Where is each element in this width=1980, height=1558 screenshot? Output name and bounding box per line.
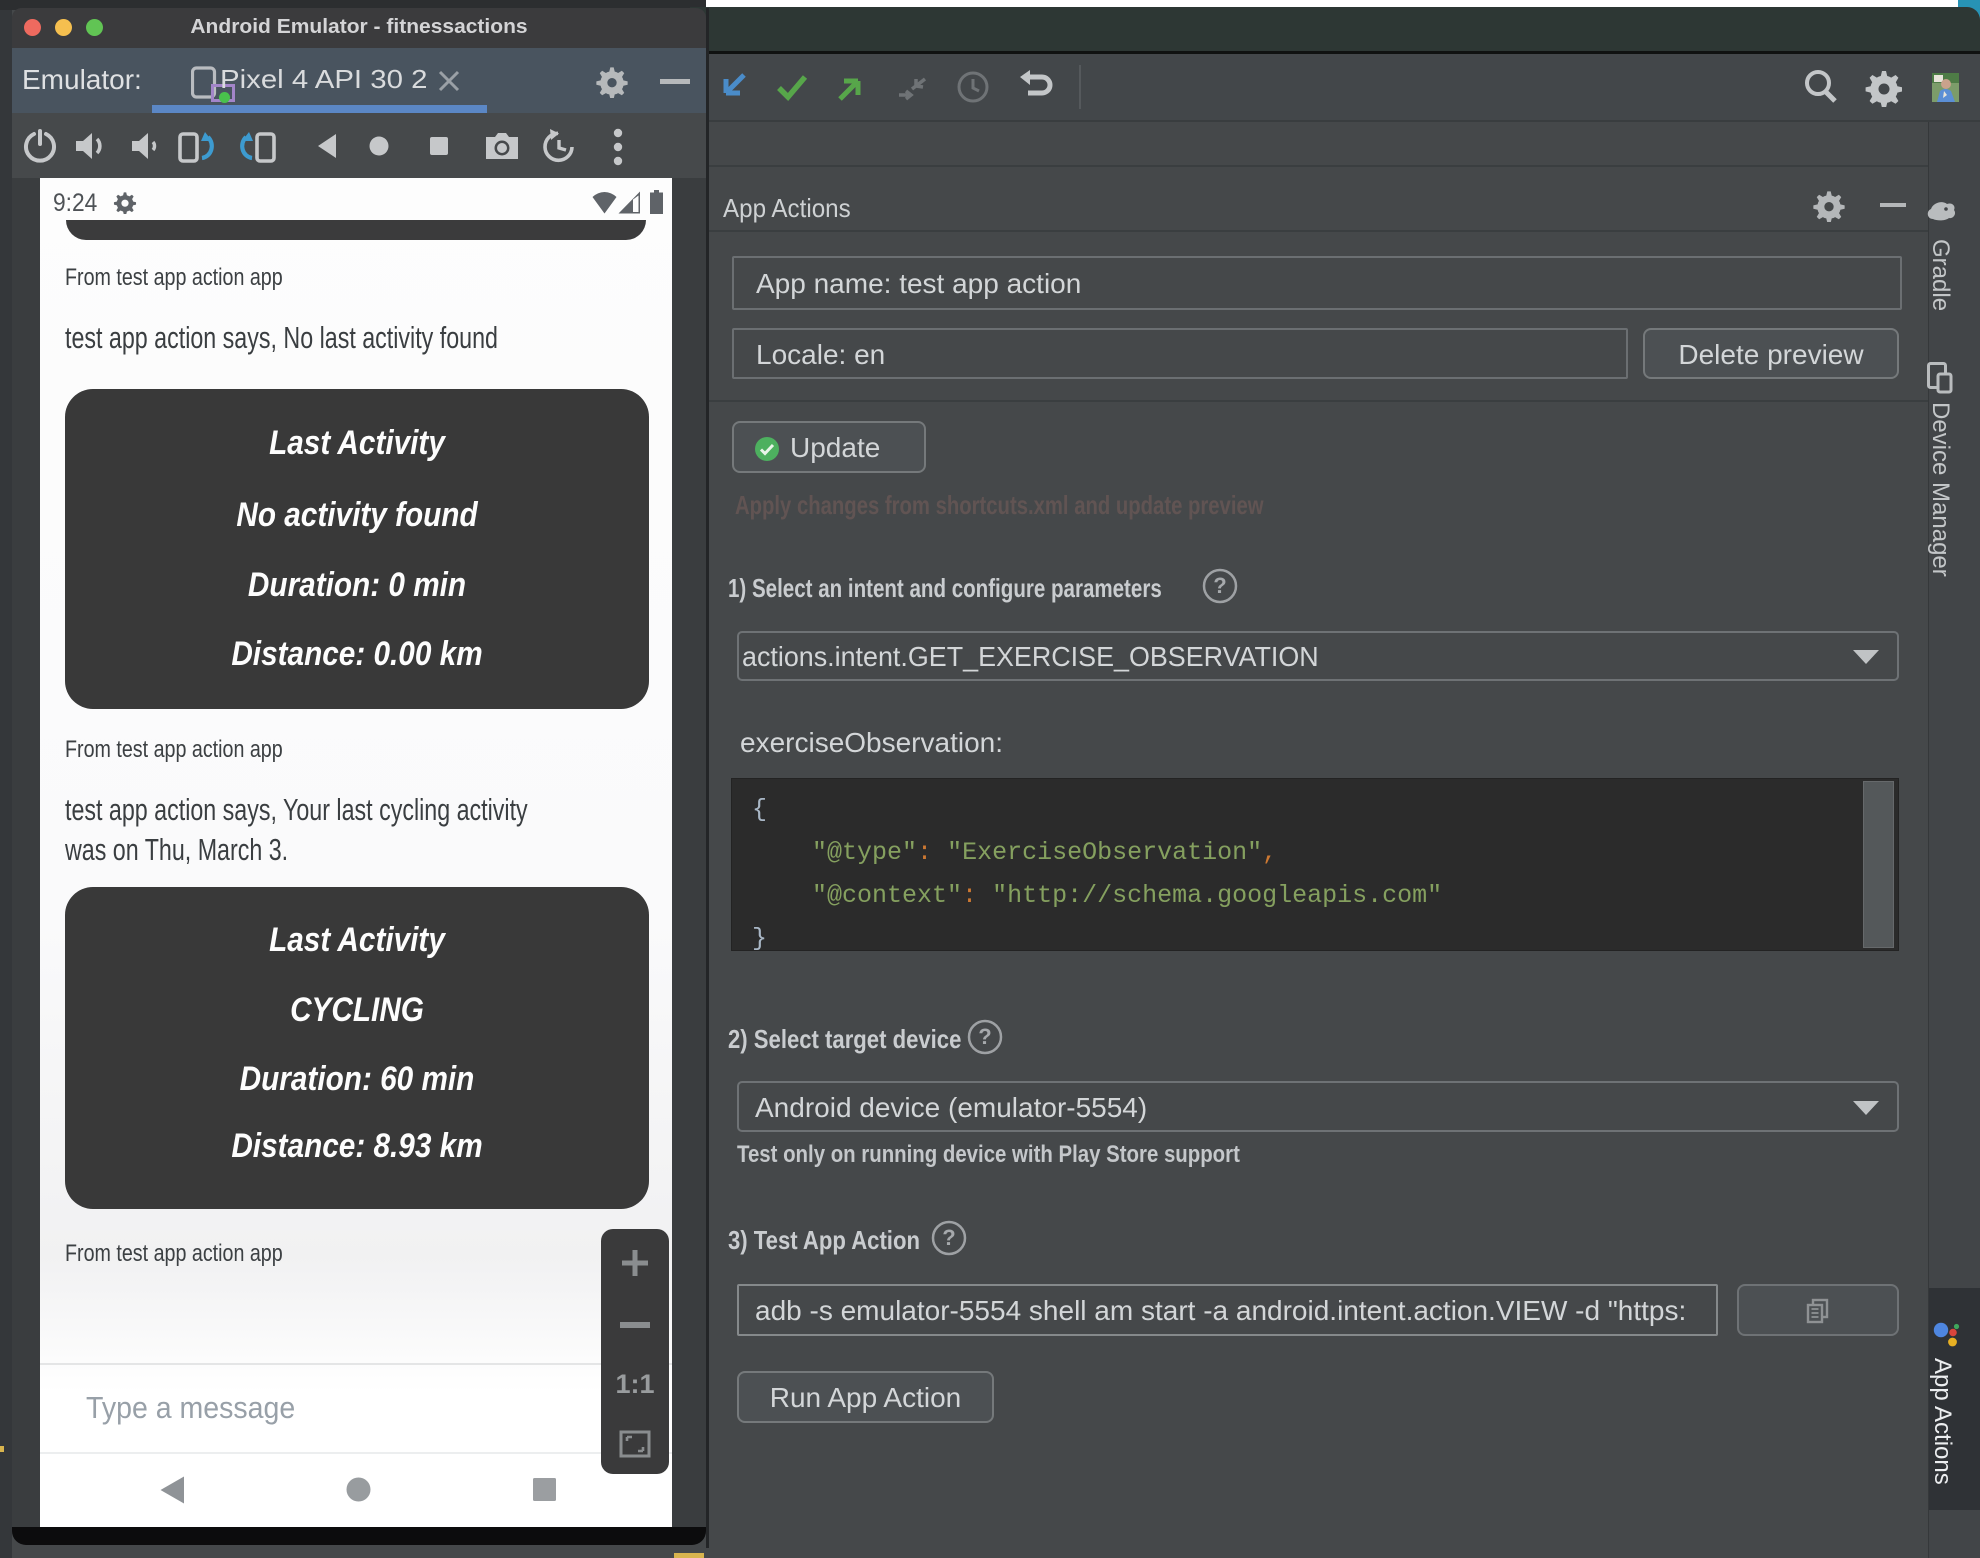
svg-text:?: ? (942, 1225, 955, 1250)
svg-text:?: ? (1213, 573, 1226, 598)
svg-text:?: ? (978, 1024, 991, 1049)
